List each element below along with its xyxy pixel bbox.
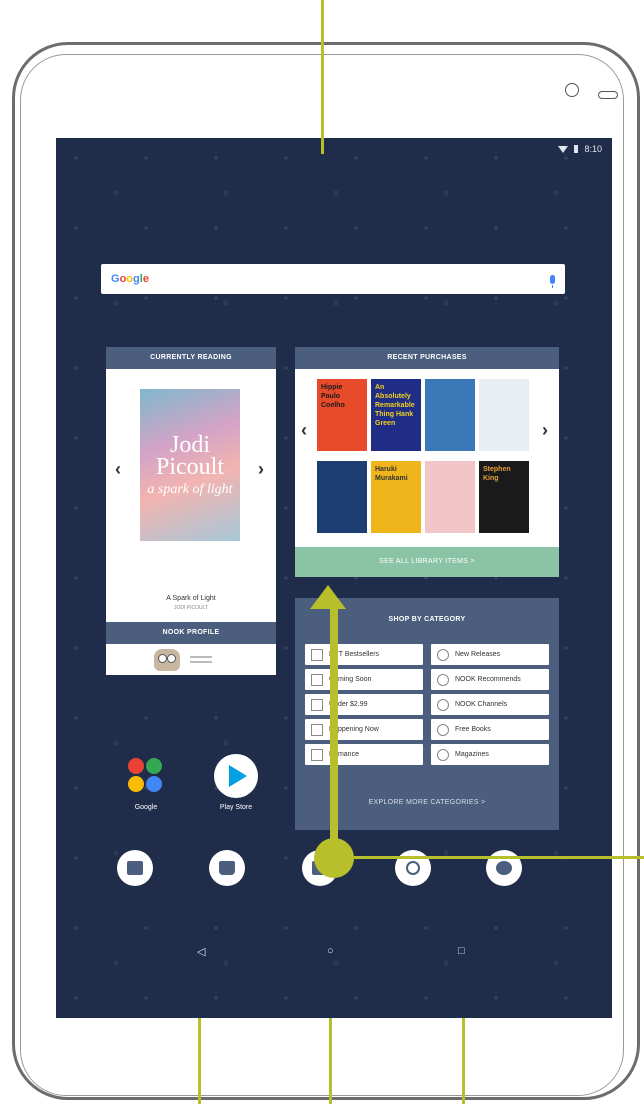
callout-line-recents (462, 1018, 465, 1104)
purchase-cover[interactable] (317, 461, 367, 533)
book-icon (437, 648, 449, 661)
owl-avatar-icon (154, 648, 180, 671)
category-label: NOOK Recommends (455, 676, 521, 683)
channel-icon (437, 698, 449, 711)
callout-arrow-head (310, 585, 346, 609)
book-caption-sub: JODI PICOULT (173, 605, 209, 611)
home-screen: 8:10 Google CURRENTLY READING ‹ Jodi Pic… (56, 138, 612, 1018)
google-folder-icon (124, 754, 168, 798)
list-icon (311, 648, 323, 661)
play-store-icon (214, 754, 258, 798)
library-icon[interactable] (117, 850, 153, 886)
recent-purchases-widget: RECENT PURCHASES ‹ Hippie Paulo Coelho An… (295, 347, 559, 577)
recent-purchases-header: RECENT PURCHASES (295, 347, 559, 369)
category-label: NOOK Channels (455, 701, 508, 708)
callout-knob (314, 838, 354, 878)
mic-icon[interactable] (550, 274, 555, 288)
profile-text (190, 656, 212, 663)
back-icon[interactable]: ◁ (197, 945, 205, 958)
app-label: Google (134, 804, 158, 811)
app-label: Play Store (219, 804, 253, 811)
app-play-store[interactable]: Play Store (206, 754, 266, 811)
currently-reading-header: CURRENTLY READING (106, 347, 276, 369)
chevron-left-icon[interactable]: ‹ (115, 459, 121, 480)
magazine-icon (437, 748, 449, 761)
star-icon (437, 673, 449, 686)
nook-profile[interactable] (106, 644, 276, 675)
google-search-bar[interactable]: Google (101, 264, 565, 294)
purchase-cover[interactable] (425, 461, 475, 533)
see-all-library-button[interactable]: SEE ALL LIBRARY ITEMS > (295, 547, 559, 577)
purchase-cover[interactable] (479, 379, 529, 451)
tag-icon (311, 698, 323, 711)
callout-line-back (198, 1018, 201, 1104)
purchases-grid: Hippie Paulo Coelho An Absolutely Remarka… (317, 379, 537, 533)
home-icon[interactable]: ○ (327, 945, 334, 957)
category-coming-soon[interactable]: Coming Soon (305, 669, 423, 690)
callout-line-home (329, 1018, 332, 1104)
category-nook-channels[interactable]: NOOK Channels (431, 694, 549, 715)
category-free-books[interactable]: Free Books (431, 719, 549, 740)
chevron-left-icon[interactable]: ‹ (301, 420, 307, 441)
purchase-cover[interactable] (425, 379, 475, 451)
category-happening-now[interactable]: Happening Now (305, 719, 423, 740)
book-caption: A Spark of Light (166, 595, 216, 602)
category-label: Free Books (455, 726, 491, 733)
status-bar: 8:10 (558, 144, 602, 154)
current-book-cover[interactable]: Jodi Picoult a spark of light (140, 389, 240, 541)
callout-line-right (350, 856, 644, 859)
clock-icon (311, 673, 323, 686)
heart-icon (311, 748, 323, 761)
cover-title: a spark of light (147, 481, 233, 497)
currently-reading-widget: CURRENTLY READING ‹ Jodi Picoult a spark… (106, 347, 276, 675)
nook-profile-header: NOOK PROFILE (106, 622, 276, 644)
category-label: Magazines (455, 751, 489, 758)
callout-line-status (321, 0, 324, 154)
cover-author: Jodi Picoult (155, 431, 224, 480)
recents-icon[interactable]: □ (458, 945, 465, 957)
category-magazines[interactable]: Magazines (431, 744, 549, 765)
category-label: New Releases (455, 651, 501, 658)
category-romance[interactable]: Romance (305, 744, 423, 765)
category-nook-recommends[interactable]: NOOK Recommends (431, 669, 549, 690)
category-new-releases[interactable]: New Releases (431, 644, 549, 665)
google-logo: Google (111, 273, 149, 285)
category-grid: NYT Bestsellers New Releases Coming Soon NO… (305, 644, 549, 765)
battery-icon (574, 145, 579, 153)
purchase-cover[interactable]: An Absolutely Remarkable Thing Hank Gree… (371, 379, 421, 451)
purchase-cover[interactable]: Hippie Paulo Coelho (317, 379, 367, 451)
status-time: 8:10 (584, 144, 602, 154)
wifi-icon (558, 145, 569, 153)
shop-icon[interactable] (209, 850, 245, 886)
purchase-cover[interactable]: Stephen King (479, 461, 529, 533)
bulb-icon (311, 723, 323, 736)
category-under-2-99[interactable]: Under $2.99 (305, 694, 423, 715)
camera-icon (565, 83, 579, 97)
purchase-cover[interactable]: Haruki Murakami (371, 461, 421, 533)
chevron-right-icon[interactable]: › (542, 420, 548, 441)
gift-icon (437, 723, 449, 736)
category-nyt-bestsellers[interactable]: NYT Bestsellers (305, 644, 423, 665)
callout-arrow-shaft (330, 606, 338, 856)
app-google[interactable]: Google (116, 754, 176, 811)
sensor-icon (598, 91, 618, 99)
chevron-right-icon[interactable]: › (258, 459, 264, 480)
